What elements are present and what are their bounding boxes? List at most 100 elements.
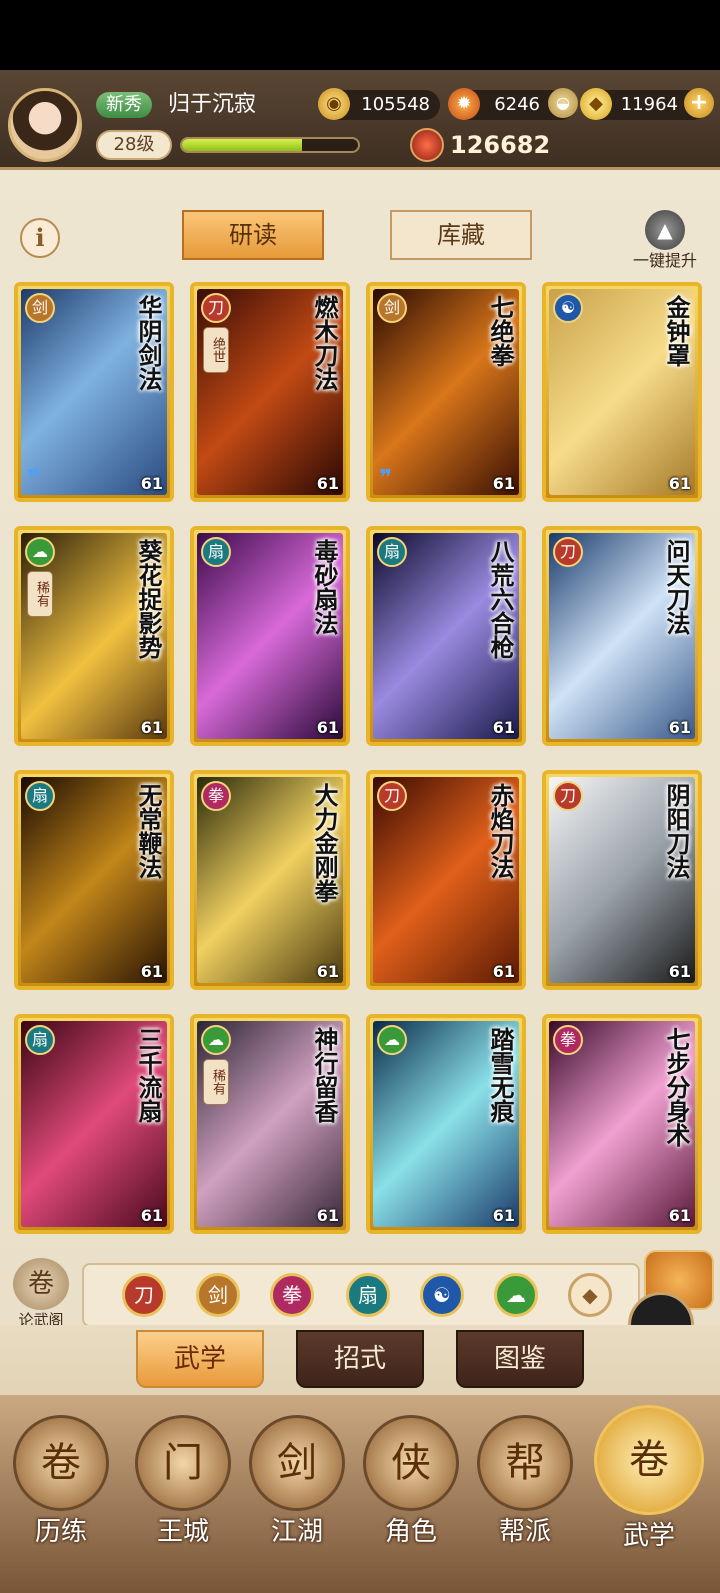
nav-training[interactable]: 卷 历练 — [6, 1415, 116, 1585]
subtab-atlas[interactable]: 图鉴 — [456, 1330, 584, 1388]
card-artwork: 扇 毒砂扇法 61 — [197, 533, 343, 739]
school-blade-icon: 刀 — [553, 537, 583, 567]
card-title: 阴阳刀法 — [662, 783, 691, 879]
martial-art-card[interactable]: 剑 七绝拳 ❞ 61 — [366, 282, 526, 502]
martial-art-card[interactable]: ☁ 踏雪无痕 61 — [366, 1014, 526, 1234]
school-blade-icon: 刀 — [201, 293, 231, 323]
filter-fist-icon[interactable]: 拳 — [270, 1273, 314, 1317]
ingot-icon: ◆ — [580, 88, 612, 120]
martial-art-card[interactable]: 扇 无常鞭法 61 — [14, 770, 174, 990]
card-artwork: 刀 问天刀法 61 — [549, 533, 695, 739]
nav-jianghu[interactable]: 剑 江湖 — [242, 1415, 352, 1585]
nav-martial-label: 武学 — [622, 1521, 675, 1551]
card-title: 无常鞭法 — [134, 783, 163, 879]
info-button[interactable]: i — [20, 218, 60, 258]
status-bar-area — [0, 0, 720, 70]
card-level: 61 — [668, 474, 691, 493]
card-title: 大力金刚拳 — [310, 783, 339, 903]
upgrade-all-button[interactable]: ▲ 一键提升 — [620, 210, 710, 270]
filter-sword-icon[interactable]: 剑 — [196, 1273, 240, 1317]
jianghu-icon: 剑 — [249, 1415, 345, 1511]
card-title: 问天刀法 — [662, 539, 691, 635]
martial-art-card[interactable]: 扇 八荒六合枪 61 — [366, 526, 526, 746]
school-filter-bar: 刀 剑 拳 扇 ☯ ☁ ◆ — [82, 1263, 640, 1327]
bottom-nav: 卷 历练 门 王城 剑 江湖 侠 角色 帮 帮派 卷 武学 — [0, 1395, 720, 1593]
martial-art-card[interactable]: ☁ 稀有 葵花捉影势 61 — [14, 526, 174, 746]
martial-art-card[interactable]: 拳 七步分身术 61 — [542, 1014, 702, 1234]
subtab-martial[interactable]: 武学 — [136, 1330, 264, 1388]
training-icon: 卷 — [13, 1415, 109, 1511]
card-level: 61 — [316, 962, 339, 981]
martial-art-card[interactable]: ☁ 稀有 神行留香 61 — [190, 1014, 350, 1234]
martial-art-card[interactable]: 刀 赤焰刀法 61 — [366, 770, 526, 990]
martial-art-card[interactable]: ☯ 金钟罩 61 — [542, 282, 702, 502]
flame-icon: ✹ — [448, 88, 480, 120]
nav-martial[interactable]: 卷 武学 — [594, 1405, 704, 1575]
school-internal-icon: ☯ — [553, 293, 583, 323]
filter-blade-icon[interactable]: 刀 — [122, 1273, 166, 1317]
player-avatar[interactable] — [8, 88, 82, 162]
card-level: 61 — [140, 962, 163, 981]
filter-internal-icon[interactable]: ☯ — [420, 1273, 464, 1317]
rarity-tag: 稀有 — [27, 571, 53, 617]
exp-bar — [180, 137, 360, 153]
nav-guild[interactable]: 帮 帮派 — [470, 1415, 580, 1585]
tab-study[interactable]: 研读 — [182, 210, 324, 260]
card-title: 踏雪无痕 — [486, 1027, 515, 1123]
rarity-tag: 稀有 — [203, 1059, 229, 1105]
card-level: 61 — [140, 474, 163, 493]
card-level: 61 — [668, 1206, 691, 1225]
school-fan-icon: 扇 — [25, 781, 55, 811]
school-light-icon: ☁ — [377, 1025, 407, 1055]
martial-art-card[interactable]: 刀绝世 燃木刀法 61 — [190, 282, 350, 502]
bowl-icon[interactable]: ◒ — [548, 88, 578, 118]
martial-art-card[interactable]: 剑 华阴剑法 ❞ 61 — [14, 282, 174, 502]
energy-counter: ✹ 6246 ◒ — [448, 88, 578, 120]
nav-training-label: 历练 — [34, 1517, 87, 1547]
card-title: 华阴剑法 — [134, 295, 163, 391]
card-title: 七绝拳 — [486, 295, 515, 367]
card-artwork: 剑 七绝拳 ❞ 61 — [373, 289, 519, 495]
quote-mark-icon: ❞ — [27, 466, 40, 491]
tab-storage[interactable]: 库藏 — [390, 210, 532, 260]
filter-light-icon[interactable]: ☁ — [494, 1273, 538, 1317]
martial-art-card[interactable]: 刀 问天刀法 61 — [542, 526, 702, 746]
filter-fan-icon[interactable]: 扇 — [346, 1273, 390, 1317]
martial-art-card[interactable]: 扇 三千流扇 61 — [14, 1014, 174, 1234]
coin-counter: ◉ 105548 — [318, 88, 440, 120]
martial-art-card[interactable]: 刀 阴阳刀法 61 — [542, 770, 702, 990]
card-level: 61 — [492, 962, 515, 981]
filter-other-icon[interactable]: ◆ — [568, 1273, 612, 1317]
nav-role[interactable]: 侠 角色 — [356, 1415, 466, 1585]
exp-bar-fill — [182, 139, 302, 151]
subtab-moves[interactable]: 招式 — [296, 1330, 424, 1388]
card-artwork: 扇 八荒六合枪 61 — [373, 533, 519, 739]
player-level: 28级 — [96, 130, 172, 160]
quote-mark-icon: ❞ — [379, 466, 392, 491]
card-level: 61 — [316, 718, 339, 737]
upgrade-arrow-icon: ▲ — [645, 210, 685, 250]
card-level: 61 — [492, 474, 515, 493]
school-blade-icon: 刀 — [553, 781, 583, 811]
card-level: 61 — [140, 1206, 163, 1225]
rank-badge: 新秀 — [96, 92, 152, 118]
role-icon: 侠 — [363, 1415, 459, 1511]
card-artwork: 拳 大力金刚拳 61 — [197, 777, 343, 983]
martial-art-card[interactable]: 拳 大力金刚拳 61 — [190, 770, 350, 990]
school-fist-icon: 拳 — [553, 1025, 583, 1055]
card-level: 61 — [492, 718, 515, 737]
card-artwork: ☁ 稀有 神行留香 61 — [197, 1021, 343, 1227]
card-artwork: 扇 无常鞭法 61 — [21, 777, 167, 983]
add-ingot-button[interactable]: + — [684, 88, 714, 118]
card-title: 三千流扇 — [134, 1027, 163, 1123]
card-title: 七步分身术 — [662, 1027, 691, 1147]
card-level: 61 — [140, 718, 163, 737]
ingot-counter: ◆ 11964 + — [580, 88, 714, 120]
school-light-icon: ☁ — [25, 537, 55, 567]
nav-role-label: 角色 — [384, 1517, 437, 1547]
card-artwork: ☁ 稀有 葵花捉影势 61 — [21, 533, 167, 739]
nav-city[interactable]: 门 王城 — [128, 1415, 238, 1585]
card-artwork: ☯ 金钟罩 61 — [549, 289, 695, 495]
martial-art-card[interactable]: 扇 毒砂扇法 61 — [190, 526, 350, 746]
card-title: 燃木刀法 — [310, 295, 339, 391]
